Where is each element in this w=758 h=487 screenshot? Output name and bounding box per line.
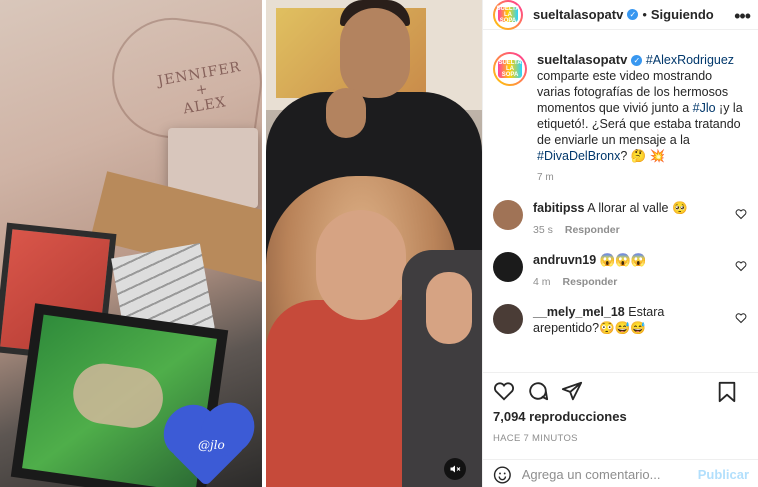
comment-item: __mely_mel_18 Estara arepentido?😳😅😅 bbox=[493, 304, 749, 336]
comment-text: A llorar al valle 🥺 bbox=[587, 201, 688, 215]
heart-icon[interactable] bbox=[735, 208, 747, 220]
woman-face bbox=[316, 210, 406, 320]
comment-item: andruvn19 😱😱😱 4 m Responder bbox=[493, 252, 749, 290]
avatar-logo: SUELTA LA SOPA bbox=[498, 60, 522, 78]
add-comment-bar: Publicar bbox=[483, 459, 758, 487]
bookmark-icon[interactable] bbox=[717, 381, 737, 403]
video-right-panel bbox=[266, 0, 482, 487]
post-media[interactable]: JENNIFER + ALEX @jlo bbox=[0, 0, 482, 487]
share-icon[interactable] bbox=[561, 380, 583, 402]
hashtag-link-jlo[interactable]: #Jlo bbox=[693, 101, 716, 115]
man-hand bbox=[326, 88, 366, 138]
comment-time: 4 m bbox=[533, 276, 551, 288]
post-header: SUELTA LA SOPA sueltalasopatv ✓ • Siguie… bbox=[483, 0, 758, 30]
more-options-icon[interactable]: ••• bbox=[734, 6, 751, 27]
caption: SUELTA LA SOPA sueltalasopatv ✓ #AlexRodr… bbox=[493, 52, 749, 186]
heart-icon[interactable] bbox=[735, 260, 747, 272]
sticker-text: @jlo bbox=[198, 438, 225, 452]
woman-hand bbox=[426, 272, 472, 344]
action-icons bbox=[493, 373, 749, 409]
post-sidebar: SUELTA LA SOPA sueltalasopatv ✓ • Siguie… bbox=[482, 0, 758, 487]
mute-button[interactable] bbox=[444, 458, 466, 480]
caption-username[interactable]: sueltalasopatv bbox=[537, 52, 627, 67]
speaker-muted-icon bbox=[450, 465, 461, 473]
verified-badge-icon: ✓ bbox=[631, 55, 643, 67]
comment-text: 😱😱😱 bbox=[599, 253, 647, 267]
comments-list[interactable]: SUELTA LA SOPA sueltalasopatv ✓ #AlexRodr… bbox=[483, 52, 758, 372]
publish-button[interactable]: Publicar bbox=[698, 467, 749, 482]
comment-username[interactable]: __mely_mel_18 bbox=[533, 305, 625, 319]
comment-username[interactable]: andruvn19 bbox=[533, 253, 596, 267]
avatar-logo: SUELTA LA SOPA bbox=[496, 5, 520, 24]
comment-avatar[interactable] bbox=[493, 200, 523, 230]
comment-item: fabitipss A llorar al valle 🥺 35 s Respon… bbox=[493, 200, 749, 238]
comment-input[interactable] bbox=[521, 467, 698, 482]
comment-time: 35 s bbox=[533, 224, 553, 236]
caption-avatar[interactable]: SUELTA LA SOPA bbox=[493, 52, 527, 86]
reply-button[interactable]: Responder bbox=[565, 224, 620, 236]
comment-avatar[interactable] bbox=[493, 252, 523, 282]
caption-text: ? 🤔 💥 bbox=[620, 149, 666, 163]
caption-body: sueltalasopatv ✓ #AlexRodriguez comparte … bbox=[537, 52, 743, 186]
comment-icon[interactable] bbox=[527, 380, 549, 402]
dot-separator: • bbox=[642, 7, 647, 22]
post-actions: 7,094 reproducciones HACE 7 MINUTOS Publ… bbox=[483, 372, 758, 487]
heart-icon[interactable] bbox=[735, 312, 747, 324]
view-count[interactable]: 7,094 reproducciones bbox=[493, 409, 749, 424]
emoji-icon[interactable] bbox=[493, 464, 512, 486]
comment-avatar[interactable] bbox=[493, 304, 523, 334]
comment-username[interactable]: fabitipss bbox=[533, 201, 584, 215]
video-left-panel: JENNIFER + ALEX @jlo bbox=[0, 0, 262, 487]
following-button[interactable]: Siguiendo bbox=[651, 7, 714, 22]
post-time: HACE 7 MINUTOS bbox=[493, 433, 578, 444]
verified-badge-icon: ✓ bbox=[627, 9, 639, 20]
header-username[interactable]: sueltalasopatv bbox=[533, 7, 623, 22]
avatar[interactable]: SUELTA LA SOPA bbox=[493, 0, 523, 30]
man-head bbox=[340, 8, 410, 98]
hashtag-link-divadelbronx[interactable]: #DivaDelBronx bbox=[537, 149, 620, 163]
mention-link[interactable]: #AlexRodriguez bbox=[646, 53, 734, 67]
heart-icon[interactable] bbox=[493, 380, 515, 402]
caption-time: 7 m bbox=[537, 172, 554, 183]
reply-button[interactable]: Responder bbox=[563, 276, 618, 288]
